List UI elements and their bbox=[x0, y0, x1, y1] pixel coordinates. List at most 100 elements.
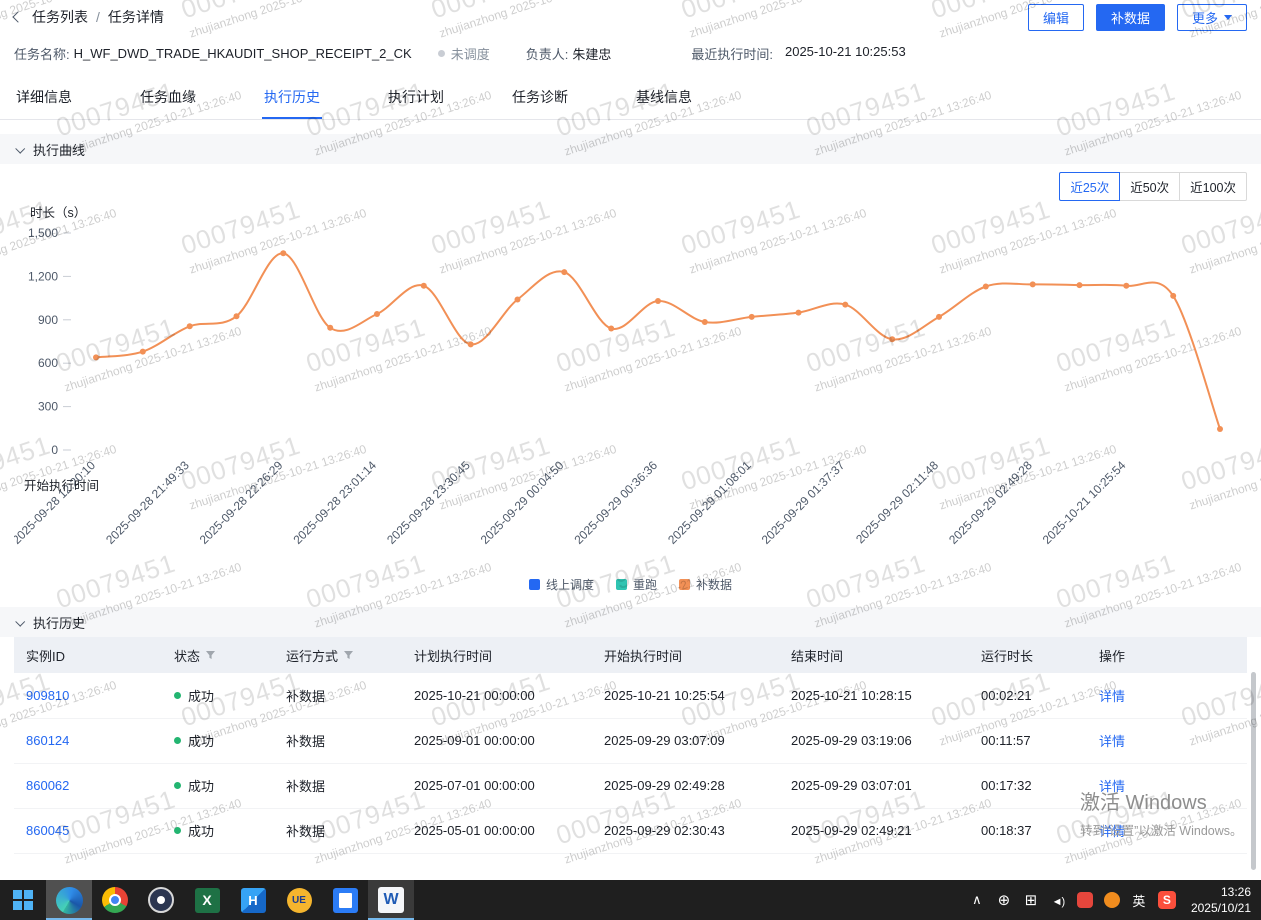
detail-link[interactable]: 详情 bbox=[1099, 734, 1125, 749]
cell-run-mode: 补数据 bbox=[274, 808, 402, 853]
edge-icon[interactable] bbox=[46, 880, 92, 920]
status-success-dot-icon bbox=[174, 737, 181, 744]
last-exec-label: 最近执行时间: bbox=[691, 44, 773, 63]
data-point bbox=[515, 297, 521, 303]
tab-diagnosis[interactable]: 任务诊断 bbox=[510, 78, 570, 119]
cell-action: 详情 bbox=[1087, 763, 1247, 808]
word-icon[interactable] bbox=[368, 880, 414, 920]
screen: 任务列表 / 任务详情 编辑 补数据 更多 任务名称: H_WF_DWD_TRA… bbox=[0, 0, 1261, 920]
task-name-label: 任务名称: bbox=[14, 44, 70, 63]
sogou-icon[interactable] bbox=[1158, 891, 1176, 909]
recorder-app-icon[interactable] bbox=[138, 880, 184, 920]
red-tray-icon[interactable] bbox=[1077, 892, 1093, 908]
status-success-dot-icon bbox=[174, 692, 181, 699]
column-header: 运行方式 bbox=[274, 637, 402, 673]
data-point bbox=[327, 325, 333, 331]
start-button[interactable] bbox=[0, 880, 46, 920]
tab-exec-history[interactable]: 执行历史 bbox=[262, 78, 322, 119]
detail-link[interactable]: 详情 bbox=[1099, 689, 1125, 704]
excel-icon[interactable] bbox=[184, 880, 230, 920]
cell-end-time: 2025-09-29 02:49:21 bbox=[779, 808, 969, 853]
back-icon[interactable] bbox=[12, 11, 23, 22]
breadcrumb-bar: 任务列表 / 任务详情 编辑 补数据 更多 bbox=[0, 0, 1261, 34]
tab-baseline[interactable]: 基线信息 bbox=[634, 78, 694, 119]
backfill-button[interactable]: 补数据 bbox=[1096, 4, 1165, 31]
network-icon[interactable] bbox=[996, 891, 1012, 909]
chrome-icon[interactable] bbox=[92, 880, 138, 920]
legend-item[interactable]: 线上调度 bbox=[529, 575, 594, 593]
filter-icon[interactable] bbox=[343, 650, 354, 660]
task-name-value: H_WF_DWD_TRADE_HKAUDIT_SHOP_RECEIPT_2_CK bbox=[74, 46, 412, 61]
blue-doc-app-icon[interactable] bbox=[322, 880, 368, 920]
taskbar-clock[interactable]: 13:26 2025/10/21 bbox=[1191, 884, 1251, 916]
column-header: 结束时间 bbox=[779, 637, 969, 673]
filter-icon[interactable] bbox=[205, 650, 216, 660]
cell-end-time: 2025-10-21 10:28:15 bbox=[779, 673, 969, 718]
execution-history-table: 实例ID状态运行方式计划执行时间开始执行时间结束时间运行时长操作 909810成… bbox=[14, 637, 1247, 854]
tab-lineage[interactable]: 任务血缘 bbox=[138, 78, 198, 119]
taskbar-apps bbox=[0, 880, 414, 920]
tab-exec-plan[interactable]: 执行计划 bbox=[386, 78, 446, 119]
y-axis-title: 时长（s） bbox=[30, 206, 86, 220]
instance-id-link[interactable]: 860062 bbox=[26, 778, 69, 793]
system-tray: 英 13:26 2025/10/21 bbox=[969, 880, 1261, 920]
column-header: 计划执行时间 bbox=[402, 637, 592, 673]
detail-link[interactable]: 详情 bbox=[1099, 779, 1125, 794]
chevron-down-icon bbox=[1224, 15, 1232, 20]
table-row: 860062成功补数据2025-07-01 00:00:002025-09-29… bbox=[14, 763, 1247, 808]
detail-link[interactable]: 详情 bbox=[1099, 824, 1125, 839]
volume-icon[interactable] bbox=[1050, 893, 1066, 908]
x-tick-label: 2025-09-28 12:20:10 bbox=[14, 458, 98, 547]
instance-id-link[interactable]: 909810 bbox=[26, 688, 69, 703]
column-header: 开始执行时间 bbox=[592, 637, 779, 673]
more-button[interactable]: 更多 bbox=[1177, 4, 1247, 31]
cell-end-time: 2025-09-29 03:19:06 bbox=[779, 718, 969, 763]
collapse-chevron-icon[interactable] bbox=[15, 616, 25, 626]
range-button-last100[interactable]: 近100次 bbox=[1179, 172, 1247, 201]
table-scrollbar[interactable] bbox=[1251, 672, 1256, 870]
breadcrumb-item-task-list[interactable]: 任务列表 bbox=[32, 7, 88, 27]
data-point bbox=[374, 311, 380, 317]
legend-item[interactable]: 重跑 bbox=[616, 575, 657, 593]
collapse-chevron-icon[interactable] bbox=[15, 143, 25, 153]
cell-start-time: 2025-09-29 02:49:28 bbox=[592, 763, 779, 808]
range-button-last50[interactable]: 近50次 bbox=[1119, 172, 1180, 201]
cell-status: 成功 bbox=[162, 808, 274, 853]
y-tick-label: 300 bbox=[38, 400, 58, 414]
status-success-dot-icon bbox=[174, 782, 181, 789]
legend-item[interactable]: 补数据 bbox=[679, 575, 732, 593]
curve-section-header[interactable]: 执行曲线 bbox=[0, 134, 1261, 164]
data-point bbox=[1217, 426, 1223, 432]
history-section-header[interactable]: 执行历史 bbox=[0, 607, 1261, 637]
range-button-last25[interactable]: 近25次 bbox=[1059, 172, 1120, 201]
instance-id-link[interactable]: 860045 bbox=[26, 823, 69, 838]
orange-tray-icon[interactable] bbox=[1104, 892, 1120, 908]
data-point bbox=[1170, 293, 1176, 299]
data-point bbox=[234, 313, 240, 319]
cell-status: 成功 bbox=[162, 763, 274, 808]
instance-id-link[interactable]: 860124 bbox=[26, 733, 69, 748]
cell-run-mode: 补数据 bbox=[274, 718, 402, 763]
chart-legend: 线上调度 重跑 补数据 bbox=[14, 575, 1247, 593]
cell-action: 详情 bbox=[1087, 673, 1247, 718]
legend-label: 线上调度 bbox=[546, 576, 594, 593]
data-point bbox=[561, 269, 567, 275]
cell-run-mode: 补数据 bbox=[274, 763, 402, 808]
ultraedit-icon[interactable] bbox=[276, 880, 322, 920]
hidden-icons-chevron-icon[interactable] bbox=[969, 892, 985, 908]
column-header: 操作 bbox=[1087, 637, 1247, 673]
column-header: 状态 bbox=[162, 637, 274, 673]
x-tick-label: 2025-09-28 23:30:45 bbox=[384, 458, 473, 547]
ime-language-indicator[interactable]: 英 bbox=[1131, 891, 1147, 910]
blue-tool-app-icon[interactable] bbox=[230, 880, 276, 920]
data-point bbox=[889, 336, 895, 342]
display-icon[interactable] bbox=[1023, 891, 1039, 909]
table-row: 909810成功补数据2025-10-21 00:00:002025-10-21… bbox=[14, 673, 1247, 718]
owner-group: 负责人: 朱建忠 bbox=[526, 44, 612, 63]
tab-details[interactable]: 详细信息 bbox=[14, 78, 74, 119]
clock-date: 2025/10/21 bbox=[1191, 900, 1251, 916]
x-tick-label: 2025-09-29 01:37:37 bbox=[759, 458, 848, 547]
edit-button[interactable]: 编辑 bbox=[1028, 4, 1084, 31]
data-point bbox=[842, 302, 848, 308]
data-point bbox=[702, 319, 708, 325]
